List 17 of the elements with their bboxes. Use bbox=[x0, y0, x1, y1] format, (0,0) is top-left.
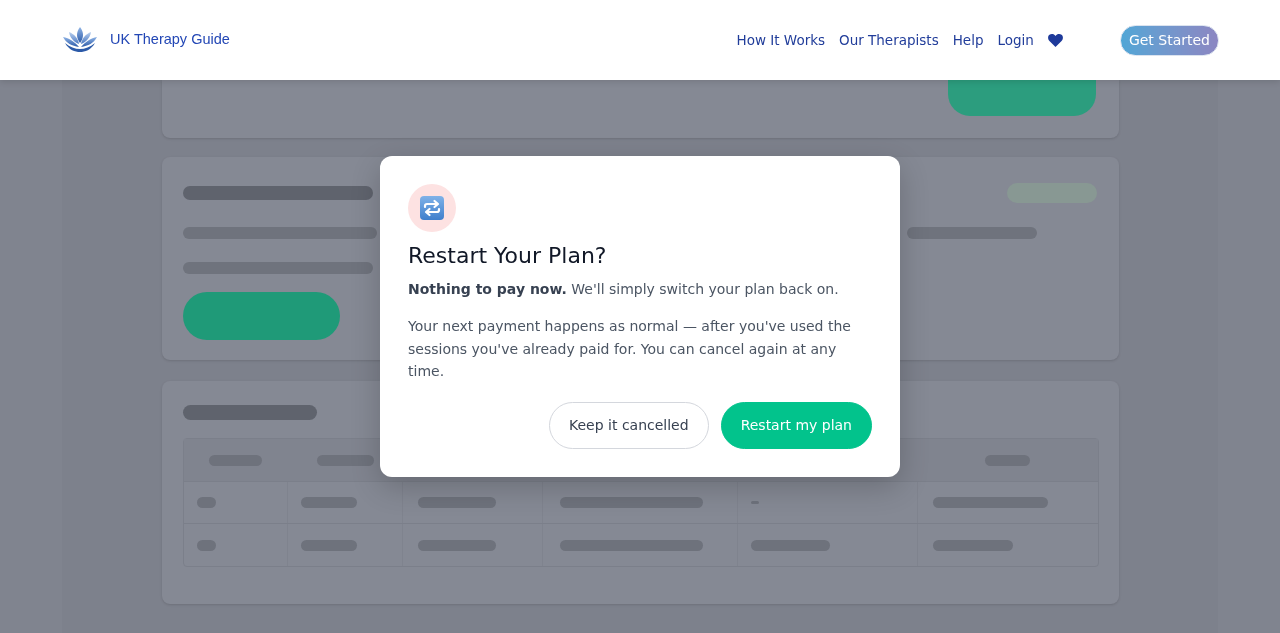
heart-icon[interactable] bbox=[1047, 33, 1063, 47]
lotus-logo-icon[interactable] bbox=[63, 27, 97, 53]
keep-cancelled-button[interactable]: Keep it cancelled bbox=[549, 401, 709, 449]
nav-link[interactable]: Help bbox=[952, 29, 984, 51]
dialog-title: Restart Your Plan? bbox=[408, 242, 608, 271]
refresh-arrows-icon bbox=[408, 184, 456, 233]
nav-link[interactable]: How It Works bbox=[736, 29, 826, 51]
blurred-text bbox=[300, 539, 357, 551]
blurred-text bbox=[196, 497, 216, 508]
dialog-intro-text: Nothing to pay now. We'll simply switch your plan back on. bbox=[408, 280, 840, 300]
brand-name[interactable]: UK Therapy Guide bbox=[110, 29, 230, 51]
dialog-body-text: Your next payment happens as normal — after you've used the sessions you've already paid for. You can cancel again at any time. bbox=[408, 317, 852, 382]
nav-link[interactable]: Our Therapists bbox=[839, 29, 939, 51]
blurred-text bbox=[316, 454, 374, 466]
blurred-text bbox=[196, 539, 216, 551]
blurred-text bbox=[300, 497, 357, 508]
nav-link[interactable]: Login bbox=[997, 29, 1034, 51]
